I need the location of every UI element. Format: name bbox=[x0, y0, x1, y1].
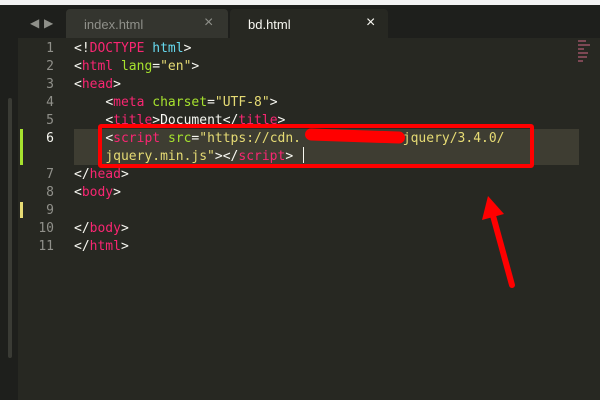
line-number: 11 bbox=[38, 239, 54, 254]
close-icon[interactable]: × bbox=[204, 15, 213, 31]
forward-arrow-icon[interactable]: ▶ bbox=[44, 16, 53, 30]
code-line-4[interactable]: <meta charset="UTF-8"> bbox=[74, 94, 277, 112]
code-line-10[interactable]: </body> bbox=[74, 220, 129, 238]
line-number: 2 bbox=[46, 59, 54, 74]
annotation-arrow-icon bbox=[482, 196, 515, 288]
code-line-8[interactable]: <body> bbox=[74, 184, 121, 202]
line-number: 4 bbox=[46, 95, 54, 110]
left-scrollbar[interactable] bbox=[0, 38, 18, 400]
line-number: 9 bbox=[46, 203, 54, 218]
tab-label: bd.html bbox=[248, 17, 291, 32]
line-number: 7 bbox=[46, 167, 54, 182]
code-line-7[interactable]: </head> bbox=[74, 166, 129, 184]
tab-index-html[interactable]: index.html × bbox=[66, 9, 228, 38]
code-line-3[interactable]: <head> bbox=[74, 76, 121, 94]
code-line-11[interactable]: </html> bbox=[74, 238, 129, 256]
highlight-box bbox=[98, 124, 534, 168]
line-number: 6 bbox=[46, 131, 54, 146]
code-line-2[interactable]: <html lang="en"> bbox=[74, 58, 199, 76]
back-arrow-icon[interactable]: ◀ bbox=[30, 16, 39, 30]
line-number: 10 bbox=[38, 221, 54, 236]
line-number: 8 bbox=[46, 185, 54, 200]
close-icon[interactable]: × bbox=[366, 15, 375, 31]
line-number: 5 bbox=[46, 113, 54, 128]
tab-bar: ◀ ▶ index.html × bd.html × bbox=[0, 5, 600, 38]
line-number: 1 bbox=[46, 41, 54, 56]
tab-bd-html[interactable]: bd.html × bbox=[230, 9, 388, 38]
line-number: 3 bbox=[46, 77, 54, 92]
code-line-1[interactable]: <!DOCTYPE html> bbox=[74, 40, 191, 58]
tab-label: index.html bbox=[84, 17, 144, 32]
scrollbar-thumb[interactable] bbox=[8, 98, 12, 358]
minimap[interactable] bbox=[578, 40, 592, 66]
